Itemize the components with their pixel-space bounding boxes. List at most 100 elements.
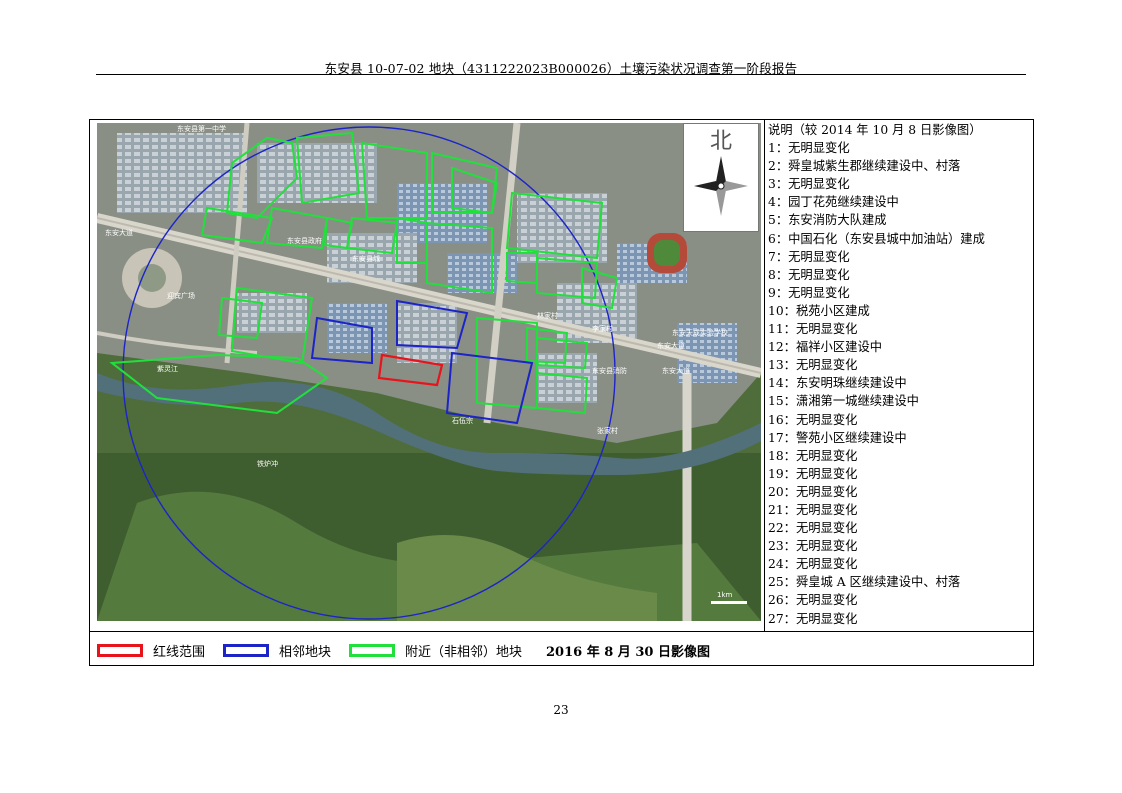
legend-item-number: 2： (768, 159, 789, 174)
legend-item-text: 无明显变化 (795, 539, 858, 554)
legend-item-text: 税苑小区建成 (795, 303, 870, 318)
map-place-label: 东安县消防 (592, 366, 627, 375)
red-line-swatch (97, 643, 143, 657)
legend-item-text: 无明显变化 (795, 466, 858, 481)
legend-item-text: 福祥小区建设中 (795, 340, 883, 355)
map-place-label: 东安县第一中学 (177, 124, 226, 133)
map-place-label: 张家村 (597, 426, 618, 435)
legend-item: 7： 无明显变化 (768, 248, 1030, 266)
legend-item-text: 无明显变化 (795, 593, 858, 608)
legend-item-text: 潇湘第一城继续建设中 (795, 394, 919, 409)
legend-item-number: 9： (768, 285, 789, 300)
legend-item: 4： 园丁花苑继续建设中 (768, 193, 1030, 211)
legend-item: 8： 无明显变化 (768, 266, 1030, 284)
legend-item-text: 无明显变化 (795, 557, 858, 572)
legend-item-number: 1： (768, 141, 789, 156)
legend-item-text: 无明显变化 (788, 267, 850, 282)
legend-item: 6： 中国石化（东安县城中加油站）建成 (768, 230, 1030, 248)
legend-item-number: 21： (768, 502, 796, 517)
legend-item-number: 14： (768, 376, 796, 391)
legend-item-text: 无明显变化 (795, 448, 858, 463)
legend-item-number: 20： (768, 484, 796, 499)
page-number: 23 (553, 703, 569, 717)
legend-item-text: 东安明珠继续建设中 (795, 376, 907, 391)
legend-item: 15： 潇湘第一城继续建设中 (768, 392, 1030, 410)
legend-item-text: 园丁花苑继续建设中 (788, 195, 899, 210)
header-rule (96, 74, 1026, 75)
key-nearby: 附近（非相邻）地块 (349, 641, 522, 660)
legend-item: 26： 无明显变化 (768, 591, 1030, 609)
legend-item-number: 23： (768, 539, 796, 554)
adjacent-swatch (223, 643, 270, 657)
legend-item: 13： 无明显变化 (768, 356, 1030, 374)
legend-item-number: 27： (768, 611, 796, 626)
map-place-label: 李家村 (592, 324, 613, 333)
legend-item-text: 无明显变化 (795, 322, 858, 337)
legend-item: 25： 舜皇城 A 区继续建设中、村落 (768, 573, 1030, 591)
legend-item-number: 13： (768, 358, 796, 373)
legend-item: 17： 警苑小区继续建设中 (768, 429, 1030, 447)
key-red-line: 红线范围 (97, 641, 205, 660)
map-place-label: 迎宾广场 (167, 291, 195, 300)
north-arrow: 北 (683, 123, 759, 232)
legend-item-text: 东安消防大队建成 (788, 213, 887, 228)
map-place-label: 东安县城 (352, 254, 380, 263)
legend-item-text: 无明显变化 (795, 502, 858, 517)
legend-item-text: 无明显变化 (795, 521, 858, 536)
legend-item-text: 无明显变化 (795, 611, 858, 626)
legend-item: 19： 无明显变化 (768, 465, 1030, 483)
legend-item-number: 7： (768, 249, 789, 264)
svg-text:1km: 1km (717, 591, 733, 599)
map-place-label: 东安县政府 (287, 236, 322, 245)
legend-item: 2： 舜皇城紫生郡继续建设中、村落 (768, 157, 1030, 175)
legend-item-text: 中国石化（东安县城中加油站）建成 (788, 231, 985, 246)
legend-item-number: 8： (768, 267, 789, 282)
legend-item-text: 舜皇城 A 区继续建设中、村落 (795, 575, 961, 590)
nearby-swatch (349, 643, 396, 657)
map-key: 红线范围 相邻地块 附近（非相邻）地块 (97, 637, 540, 663)
legend-item: 27： 无明显变化 (768, 610, 1030, 628)
north-label: 北 (710, 129, 732, 154)
map-place-label: 东安大道 (662, 366, 690, 375)
legend-panel: 说明（较 2014 年 10 月 8 日影像图） 1： 无明显变化 2： 舜皇城紫生郡… (768, 121, 1030, 629)
legend-item: 3： 无明显变化 (768, 175, 1030, 193)
panel-divider (764, 119, 765, 631)
legend-item: 12： 福祥小区建设中 (768, 338, 1030, 356)
legend-item-text: 无明显变化 (795, 412, 858, 427)
figure-caption: 2016 年 8 月 30 日影像图 (546, 645, 710, 660)
legend-item: 21： 无明显变化 (768, 501, 1030, 519)
legend-item: 20： 无明显变化 (768, 483, 1030, 501)
legend-item-text: 无明显变化 (795, 484, 858, 499)
map-svg: 东安县第一中学 东安大道 东安县城 东安大道 迎宾广场 石伍宗 东安天成实验学校… (97, 123, 761, 621)
legend-item-number: 19： (768, 466, 796, 481)
legend-item-text: 警苑小区继续建设中 (795, 430, 907, 445)
legend-item: 5： 东安消防大队建成 (768, 211, 1030, 229)
legend-item-number: 15： (768, 394, 796, 409)
map-place-label: 东安大道 (657, 341, 685, 350)
key-divider (89, 631, 1034, 632)
key-blue-label: 相邻地块 (279, 644, 332, 660)
map-place-label: 紫灵江 (157, 365, 178, 373)
legend-item: 14： 东安明珠继续建设中 (768, 374, 1030, 392)
legend-item: 23： 无明显变化 (768, 537, 1030, 555)
legend-item-number: 25： (768, 575, 796, 590)
map-place-label: 林家村 (537, 311, 558, 320)
key-adjacent: 相邻地块 (223, 641, 331, 660)
map-place-label: 铁炉冲 (257, 459, 278, 468)
legend-item: 11： 无明显变化 (768, 320, 1030, 338)
map-place-label: 石伍宗 (452, 416, 473, 425)
legend-item-text: 无明显变化 (788, 285, 850, 300)
legend-item-number: 26： (768, 593, 796, 608)
legend-item-number: 22： (768, 521, 796, 536)
legend-item: 18： 无明显变化 (768, 447, 1030, 465)
map-place-label: 东安大道 (105, 228, 133, 237)
legend-list: 1： 无明显变化 2： 舜皇城紫生郡继续建设中、村落 3： 无明显变化 4： 园丁花苑继续建设… (768, 139, 1030, 628)
legend-item: 16： 无明显变化 (768, 411, 1030, 429)
legend-item-number: 16： (768, 412, 796, 427)
legend-item-number: 11： (768, 322, 796, 337)
legend-item-number: 12： (768, 340, 796, 355)
legend-item-number: 3： (768, 177, 789, 192)
legend-item-text: 无明显变化 (795, 358, 858, 373)
legend-item-text: 无明显变化 (788, 249, 850, 264)
key-red-label: 红线范围 (153, 644, 206, 660)
